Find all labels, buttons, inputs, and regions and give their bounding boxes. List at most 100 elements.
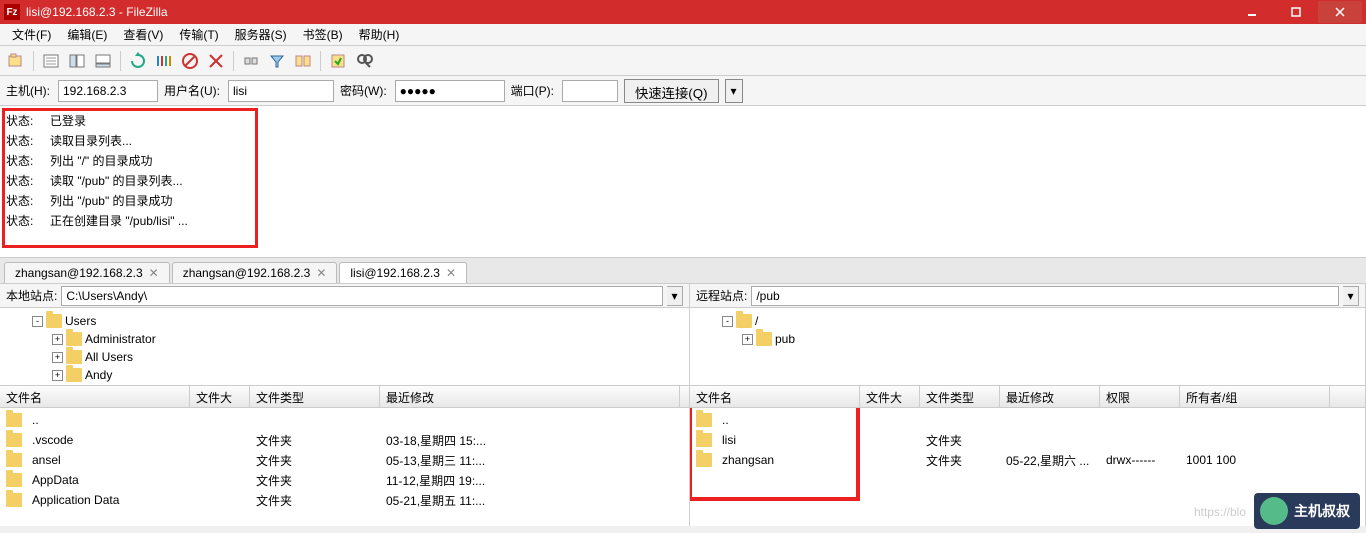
- column-header[interactable]: 文件名: [0, 386, 190, 407]
- file-name: lisi: [716, 432, 860, 448]
- site-manager-icon[interactable]: [4, 49, 28, 73]
- tree-item[interactable]: +pub: [696, 330, 1359, 348]
- column-header[interactable]: 最近修改: [380, 386, 680, 407]
- tab-label: zhangsan@192.168.2.3: [183, 266, 311, 280]
- tree-item[interactable]: +Andy: [6, 366, 683, 384]
- host-input[interactable]: [58, 80, 158, 102]
- column-header[interactable]: 文件名: [690, 386, 860, 407]
- connection-tab[interactable]: zhangsan@192.168.2.3 ✕: [172, 262, 338, 283]
- tree-item[interactable]: -Users: [6, 312, 683, 330]
- status-text: 列出 "/" 的目录成功: [50, 152, 153, 170]
- process-queue-icon[interactable]: [152, 49, 176, 73]
- file-modified: [1000, 439, 1100, 441]
- file-perms: [1100, 419, 1180, 421]
- tree-item[interactable]: -/: [696, 312, 1359, 330]
- filter-icon[interactable]: [265, 49, 289, 73]
- status-label: 状态:: [6, 132, 50, 150]
- remote-path-input[interactable]: [751, 286, 1339, 306]
- expander-icon[interactable]: +: [52, 370, 63, 381]
- column-header[interactable]: 所有者/组: [1180, 386, 1330, 407]
- minimize-button[interactable]: [1230, 1, 1274, 23]
- column-header[interactable]: 权限: [1100, 386, 1180, 407]
- close-tab-icon[interactable]: ✕: [446, 266, 456, 280]
- tab-label: zhangsan@192.168.2.3: [15, 266, 143, 280]
- status-log[interactable]: 状态:已登录状态:读取目录列表...状态:列出 "/" 的目录成功状态:读取 "…: [0, 106, 1366, 258]
- password-label: 密码(W):: [340, 82, 387, 99]
- local-path-dropdown[interactable]: ▾: [667, 286, 683, 306]
- quickconnect-dropdown[interactable]: ▾: [725, 79, 743, 103]
- close-tab-icon[interactable]: ✕: [316, 266, 326, 280]
- port-input[interactable]: [562, 80, 618, 102]
- expander-icon[interactable]: -: [722, 316, 733, 327]
- maximize-button[interactable]: [1274, 1, 1318, 23]
- local-tree[interactable]: -Users + Administrator +All Users+Andy: [0, 308, 689, 386]
- file-type: [250, 419, 380, 421]
- menu-edit[interactable]: 编辑(E): [59, 24, 115, 45]
- expander-icon[interactable]: +: [742, 334, 753, 345]
- password-input[interactable]: [395, 80, 505, 102]
- file-row[interactable]: zhangsan文件夹05-22,星期六 ...drwx------1001 1…: [690, 450, 1365, 470]
- folder-icon: [6, 493, 22, 507]
- menu-file[interactable]: 文件(F): [4, 24, 59, 45]
- file-row[interactable]: ansel文件夹05-13,星期三 11:...: [0, 450, 689, 470]
- menu-server[interactable]: 服务器(S): [227, 24, 295, 45]
- refresh-icon[interactable]: [126, 49, 150, 73]
- reconnect-icon[interactable]: [239, 49, 263, 73]
- menu-help[interactable]: 帮助(H): [351, 24, 408, 45]
- disconnect-icon[interactable]: [204, 49, 228, 73]
- find-icon[interactable]: [352, 49, 376, 73]
- local-path-input[interactable]: [61, 286, 663, 306]
- column-header[interactable]: 文件类型: [250, 386, 380, 407]
- local-site-label: 本地站点:: [6, 287, 57, 304]
- file-name: ..: [716, 412, 860, 428]
- connection-tab[interactable]: zhangsan@192.168.2.3 ✕: [4, 262, 170, 283]
- panes: 本地站点: ▾ -Users+Administrator+All Users+A…: [0, 284, 1366, 526]
- file-owner: 1001 100: [1180, 452, 1330, 468]
- file-row[interactable]: lisi 文件夹: [690, 430, 1365, 450]
- file-row[interactable]: ..: [690, 410, 1365, 430]
- tree-label: Administrator: [85, 332, 156, 346]
- sync-browse-icon[interactable]: [326, 49, 350, 73]
- column-header[interactable]: 文件类型: [920, 386, 1000, 407]
- compare-icon[interactable]: [291, 49, 315, 73]
- username-input[interactable]: [228, 80, 334, 102]
- tree-item[interactable]: +All Users: [6, 348, 683, 366]
- local-file-list[interactable]: ...vscode文件夹03-18,星期四 15:...ansel文件夹05-1…: [0, 408, 689, 526]
- connection-tab[interactable]: lisi@192.168.2.3 ✕: [339, 262, 467, 283]
- menu-view[interactable]: 查看(V): [115, 24, 171, 45]
- remote-path-dropdown[interactable]: ▾: [1343, 286, 1359, 306]
- folder-icon: [66, 332, 82, 346]
- avatar-icon: [1260, 497, 1288, 525]
- remote-tree[interactable]: -/+pub: [690, 308, 1365, 386]
- tree-item[interactable]: + Administrator: [6, 330, 683, 348]
- toggle-queue-icon[interactable]: [91, 49, 115, 73]
- folder-icon: [6, 473, 22, 487]
- toggle-log-icon[interactable]: [39, 49, 63, 73]
- local-pane: 本地站点: ▾ -Users+Administrator+All Users+A…: [0, 284, 690, 526]
- file-type: 文件夹: [250, 491, 380, 510]
- cancel-icon[interactable]: [178, 49, 202, 73]
- toggle-tree-icon[interactable]: [65, 49, 89, 73]
- column-header[interactable]: 文件大小: [860, 386, 920, 407]
- file-row[interactable]: Application Data文件夹05-21,星期五 11:...: [0, 490, 689, 510]
- status-label: 状态:: [6, 172, 50, 190]
- menu-transfer[interactable]: 传输(T): [171, 24, 226, 45]
- file-type: 文件夹: [920, 431, 1000, 450]
- folder-icon: [696, 453, 712, 467]
- status-text: 读取 "/pub" 的目录列表...: [50, 172, 183, 190]
- file-row[interactable]: .vscode文件夹03-18,星期四 15:...: [0, 430, 689, 450]
- quickconnect-button[interactable]: 快速连接(Q): [624, 79, 719, 103]
- expander-icon[interactable]: -: [32, 316, 43, 327]
- menu-bookmarks[interactable]: 书签(B): [295, 24, 351, 45]
- column-header[interactable]: 最近修改: [1000, 386, 1100, 407]
- file-row[interactable]: AppData文件夹11-12,星期四 19:...: [0, 470, 689, 490]
- column-header[interactable]: 文件大小: [190, 386, 250, 407]
- close-button[interactable]: [1318, 1, 1362, 23]
- expander-icon[interactable]: +: [52, 352, 63, 363]
- tab-label: lisi@192.168.2.3: [350, 266, 440, 280]
- status-text: 已登录: [50, 112, 86, 130]
- close-tab-icon[interactable]: ✕: [149, 266, 159, 280]
- file-type: 文件夹: [920, 451, 1000, 470]
- file-row[interactable]: ..: [0, 410, 689, 430]
- expander-icon[interactable]: +: [52, 334, 63, 345]
